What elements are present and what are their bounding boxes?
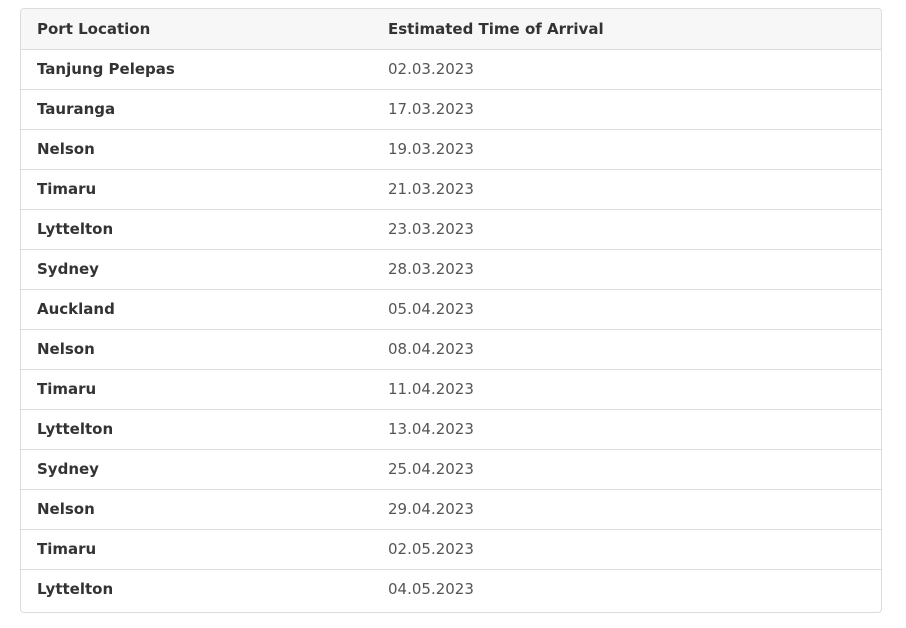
eta-cell: 29.04.2023 [372, 489, 881, 530]
eta-cell: 11.04.2023 [372, 369, 881, 410]
column-header-port-location: Port Location [21, 9, 372, 50]
port-location-cell: Sydney [21, 249, 372, 290]
port-location-cell: Tanjung Pelepas [21, 49, 372, 90]
table-row: Lyttelton 04.05.2023 [21, 569, 881, 609]
port-location-cell: Lyttelton [37, 580, 114, 599]
schedule-table-container: Port Location Estimated Time of Arrival … [20, 8, 882, 613]
eta-cell: 05.04.2023 [372, 289, 881, 330]
port-location-cell: Timaru [21, 369, 372, 410]
eta-cell: 13.04.2023 [372, 409, 881, 450]
table-row: Tanjung Pelepas 02.03.2023 [21, 49, 881, 90]
eta-cell: 02.03.2023 [372, 49, 881, 90]
port-location-cell: Tauranga [21, 89, 372, 130]
table-row: Sydney 28.03.2023 [21, 249, 881, 290]
table-row: Timaru 02.05.2023 [21, 529, 881, 570]
table-row: Nelson 29.04.2023 [21, 489, 881, 530]
port-location-cell: Nelson [21, 489, 372, 530]
table-row: Lyttelton 23.03.2023 [21, 209, 881, 250]
eta-cell: 08.04.2023 [372, 329, 881, 370]
table-row: Nelson 19.03.2023 [21, 129, 881, 170]
eta-cell: 02.05.2023 [372, 529, 881, 570]
port-location-cell: Nelson [21, 329, 372, 370]
table-row: Lyttelton 13.04.2023 [21, 409, 881, 450]
table-row: Nelson 08.04.2023 [21, 329, 881, 370]
eta-cell: 21.03.2023 [372, 169, 881, 210]
port-location-cell: Lyttelton [21, 409, 372, 450]
eta-cell: 25.04.2023 [372, 449, 881, 490]
eta-cell: 04.05.2023 [388, 580, 474, 599]
eta-cell: 19.03.2023 [372, 129, 881, 170]
port-location-cell: Timaru [21, 169, 372, 210]
eta-cell: 17.03.2023 [372, 89, 881, 130]
table-row: Tauranga 17.03.2023 [21, 89, 881, 130]
table-row: Timaru 21.03.2023 [21, 169, 881, 210]
column-header-eta: Estimated Time of Arrival [372, 9, 881, 50]
port-location-cell: Lyttelton [21, 209, 372, 250]
table-header-row: Port Location Estimated Time of Arrival [21, 9, 881, 50]
port-location-cell: Auckland [21, 289, 372, 330]
eta-cell: 23.03.2023 [372, 209, 881, 250]
eta-cell: 28.03.2023 [372, 249, 881, 290]
table-row: Timaru 11.04.2023 [21, 369, 881, 410]
port-location-cell: Nelson [21, 129, 372, 170]
table-row: Auckland 05.04.2023 [21, 289, 881, 330]
port-schedule-table: Port Location Estimated Time of Arrival … [21, 9, 881, 609]
port-location-cell: Timaru [21, 529, 372, 570]
port-location-cell: Sydney [21, 449, 372, 490]
table-row: Sydney 25.04.2023 [21, 449, 881, 490]
